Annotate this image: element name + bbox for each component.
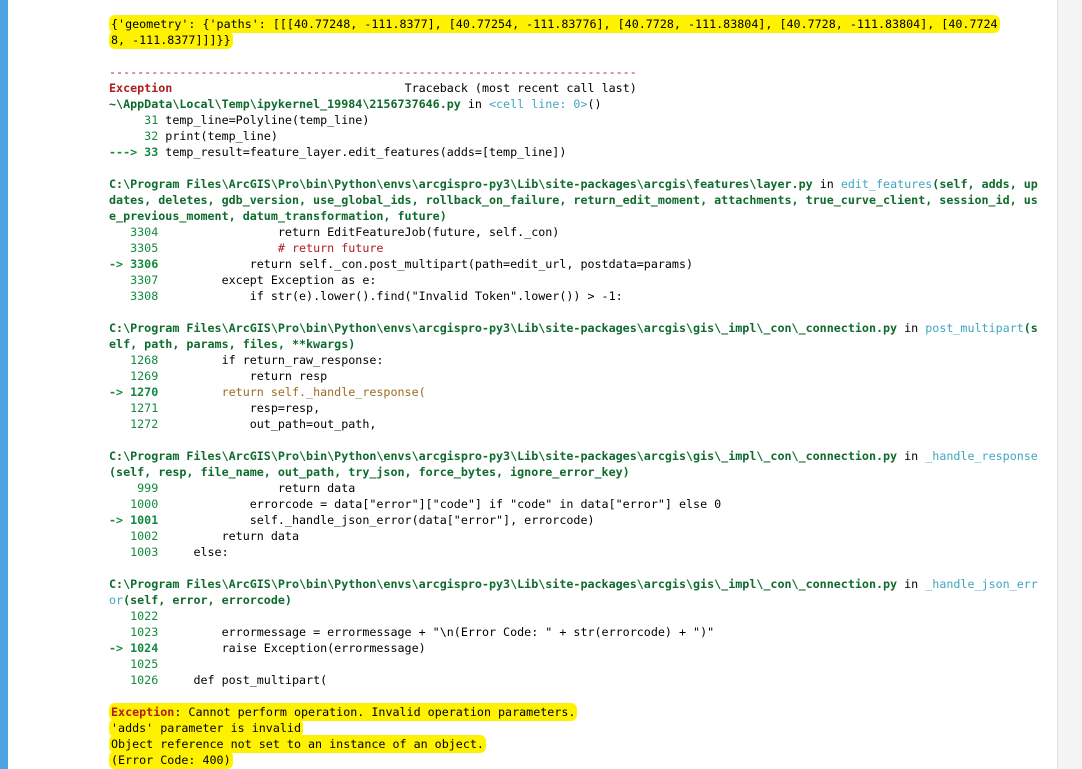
frame-3-line-current: -> 1270 return self._handle_response( <box>109 385 426 399</box>
frame-1-line: 32 print(temp_line) <box>109 129 278 143</box>
frame-4-line: 1000 errorcode = data["error"]["code"] i… <box>109 497 722 511</box>
frame-5-line: 1025 <box>109 657 166 671</box>
frame-2-line: 3307 except Exception as e: <box>109 273 377 287</box>
geometry-output-line-2: 8, -111.8377]]]}} <box>109 31 233 49</box>
frame-1-line-current: ---> 33 temp_result=feature_layer.edit_f… <box>109 145 567 159</box>
frame-5-file: C:\Program Files\ArcGIS\Pro\bin\Python\e… <box>109 577 898 591</box>
traceback-header: Exception Traceback (most recent call la… <box>109 81 637 95</box>
frame-2-file: C:\Program Files\ArcGIS\Pro\bin\Python\e… <box>109 177 813 191</box>
frame-2-func: edit_features <box>840 177 933 191</box>
frame-3-line: 1269 return resp <box>109 369 328 383</box>
final-error-line-1: Exception: Cannot perform operation. Inv… <box>109 703 578 721</box>
frame-3-header: C:\Program Files\ArcGIS\Pro\bin\Python\e… <box>109 321 1038 351</box>
frame-5-header: C:\Program Files\ArcGIS\Pro\bin\Python\e… <box>109 577 1038 607</box>
frame-4-func: _handle_response <box>925 449 1038 463</box>
frame-5-line: 1023 errormessage = errormessage + "\n(E… <box>109 625 715 639</box>
frame-1-header: ~\AppData\Local\Temp\ipykernel_19984\215… <box>109 97 602 111</box>
frame-4-header: C:\Program Files\ArcGIS\Pro\bin\Python\e… <box>109 449 1038 479</box>
vertical-scrollbar[interactable] <box>1057 0 1082 769</box>
final-error-line-4: (Error Code: 400) <box>109 751 233 769</box>
frame-2-line: 3305 # return future <box>109 241 384 255</box>
frame-2-line-current: -> 3306 return self._con.post_multipart(… <box>109 257 694 271</box>
active-cell-indicator <box>0 0 8 769</box>
frame-2-header: C:\Program Files\ArcGIS\Pro\bin\Python\e… <box>109 177 1038 223</box>
frame-3-line: 1272 out_path=out_path, <box>109 417 377 431</box>
final-error-type: Exception <box>111 705 175 719</box>
frame-4-line: 1002 return data <box>109 529 299 543</box>
cell-output: {'geometry': {'paths': [[[40.77248, -111… <box>109 15 1039 769</box>
frame-2-line: 3308 if str(e).lower().find("Invalid Tok… <box>109 289 623 303</box>
frame-5-line: 1022 <box>109 609 166 623</box>
final-error-line-3: Object reference not set to an instance … <box>109 735 486 753</box>
frame-4-line: 999 return data <box>109 481 356 495</box>
frame-3-line: 1268 if return_raw_response: <box>109 353 384 367</box>
frame-5-line-current: -> 1024 raise Exception(errormessage) <box>109 641 426 655</box>
frame-1-file: ~\AppData\Local\Temp\ipykernel_19984\215… <box>109 97 461 111</box>
traceback-separator: ----------------------------------------… <box>109 65 637 79</box>
frame-4-file: C:\Program Files\ArcGIS\Pro\bin\Python\e… <box>109 449 898 463</box>
frame-3-file: C:\Program Files\ArcGIS\Pro\bin\Python\e… <box>109 321 898 335</box>
frame-1-line: 31 temp_line=Polyline(temp_line) <box>109 113 370 127</box>
frame-2-line: 3304 return EditFeatureJob(future, self.… <box>109 225 560 239</box>
frame-4-line-current: -> 1001 self._handle_json_error(data["er… <box>109 513 595 527</box>
frame-3-line: 1271 resp=resp, <box>109 401 321 415</box>
frame-5-line: 1026 def post_multipart( <box>109 673 328 687</box>
frame-4-line: 1003 else: <box>109 545 229 559</box>
final-error-line-2: 'adds' parameter is invalid <box>109 719 303 737</box>
frame-3-func: post_multipart <box>925 321 1024 335</box>
geometry-output-line-1: {'geometry': {'paths': [[[40.77248, -111… <box>109 15 1000 33</box>
frame-1-func: <cell line: 0> <box>488 97 588 111</box>
